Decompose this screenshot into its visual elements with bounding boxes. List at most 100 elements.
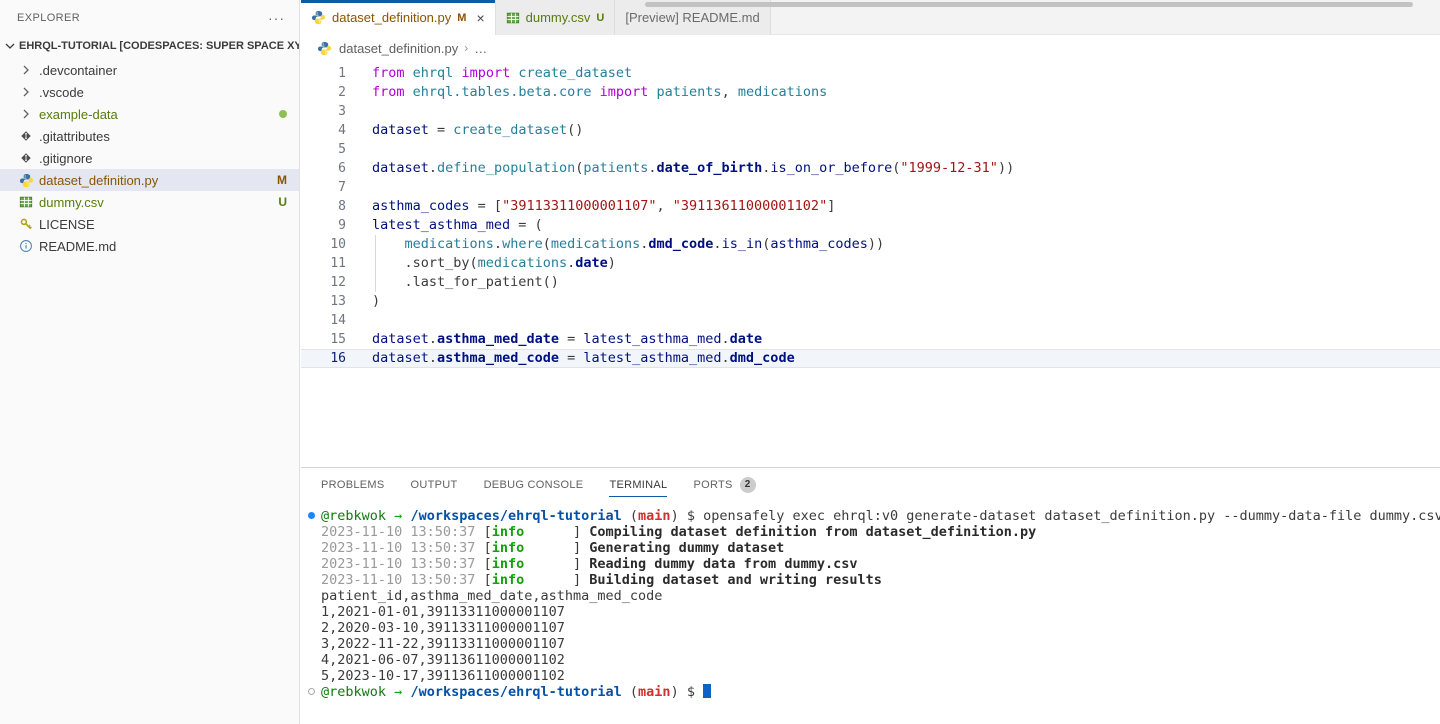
terminal-line: 2023-11-10 13:50:37 [info ] Generating d…	[321, 540, 1440, 556]
code-line-16[interactable]: 16dataset.asthma_med_code = latest_asthm…	[301, 349, 1440, 368]
indent-guide	[375, 235, 376, 254]
code-token: .	[640, 235, 648, 254]
prompt-decoration-icon[interactable]	[308, 688, 315, 695]
indent-guide	[375, 273, 376, 292]
code-line-4[interactable]: 4dataset = create_dataset()	[301, 121, 1440, 140]
code-line-6[interactable]: 6dataset.define_population(patients.date…	[301, 159, 1440, 178]
tab-label: dataset_definition.py	[332, 10, 451, 25]
terminal-line: 2023-11-10 13:50:37 [info ] Building dat…	[321, 572, 1440, 588]
terminal-text: Building dataset and writing results	[589, 572, 882, 588]
explorer-more-actions-icon[interactable]: ···	[268, 10, 285, 26]
modified-dot-badge	[279, 110, 287, 118]
python-icon	[18, 172, 34, 188]
sidebar-item-dummy-csv[interactable]: dummy.csv U	[0, 191, 299, 213]
terminal-text: @rebkwok	[321, 508, 386, 524]
sidebar-item-example-data[interactable]: example-data	[0, 103, 299, 125]
code-token: ,	[722, 83, 738, 102]
code-token: date_of_birth	[657, 159, 763, 178]
workspace-root-row[interactable]: EHRQL-TUTORIAL [CODESPACES: SUPER SPACE …	[0, 35, 299, 57]
breadcrumb-file[interactable]: dataset_definition.py	[339, 41, 458, 56]
sidebar-item-devcontainer[interactable]: .devcontainer	[0, 59, 299, 81]
file-name: LICENSE	[39, 217, 287, 232]
sidebar-item-vscode[interactable]: .vscode	[0, 81, 299, 103]
terminal-line: 2023-11-10 13:50:37 [info ] Reading dumm…	[321, 556, 1440, 572]
code-line-7[interactable]: 7	[301, 178, 1440, 197]
sidebar-item-license[interactable]: LICENSE	[0, 213, 299, 235]
breadcrumb-more[interactable]: …	[474, 41, 487, 56]
csv-icon	[18, 194, 34, 210]
sidebar-item-dataset-definition-py[interactable]: dataset_definition.py M	[0, 169, 299, 191]
code-token: ))	[998, 159, 1014, 178]
terminal-text: Compiling dataset definition from datase…	[589, 524, 1036, 540]
line-number: 11	[301, 254, 346, 273]
code-line-9[interactable]: 9latest_asthma_med = (	[301, 216, 1440, 235]
code-line-2[interactable]: 2from ehrql.tables.beta.core import pati…	[301, 83, 1440, 102]
bottom-panel: PROBLEMS OUTPUT DEBUG CONSOLE TERMINAL PORTS…	[301, 467, 1440, 724]
code-editor[interactable]: 1from ehrql import create_dataset2from e…	[301, 61, 1440, 368]
sidebar-item-gitattributes[interactable]: .gitattributes	[0, 125, 299, 147]
gutter-space	[346, 83, 372, 102]
code-line-14[interactable]: 14	[301, 311, 1440, 330]
tab-dummy-csv[interactable]: dummy.csvU	[496, 0, 616, 35]
code-token: ))	[868, 235, 884, 254]
file-name: dummy.csv	[39, 195, 272, 210]
terminal-text: 2023-11-10 13:50:37	[321, 572, 484, 588]
command-decoration-icon[interactable]	[308, 512, 315, 519]
terminal-text: 2,2020-03-10,39113311000001107	[321, 620, 565, 636]
line-number: 13	[301, 292, 346, 311]
explorer-header: EXPLORER ···	[0, 0, 299, 35]
terminal-text: info	[492, 524, 525, 540]
sidebar-item-readme-md[interactable]: README.md	[0, 235, 299, 257]
panel-tab-label: PORTS	[693, 479, 732, 491]
terminal-text: info	[492, 556, 525, 572]
file-name: dataset_definition.py	[39, 173, 271, 188]
panel-tab-output[interactable]: OUTPUT	[411, 468, 458, 501]
code-token: .	[648, 159, 656, 178]
key-icon	[18, 216, 34, 232]
code-line-3[interactable]: 3	[301, 102, 1440, 121]
panel-tab-terminal[interactable]: TERMINAL	[609, 468, 667, 501]
terminal-text: 2023-11-10 13:50:37	[321, 540, 484, 556]
terminal-output[interactable]: @rebkwok → /workspaces/ehrql-tutorial (m…	[301, 501, 1440, 700]
code-token: latest_asthma_med	[583, 330, 721, 349]
terminal-text: 2023-11-10 13:50:37	[321, 524, 484, 540]
code-token: patients	[657, 83, 722, 102]
code-line-8[interactable]: 8asthma_codes = ["39113311000001107", "3…	[301, 197, 1440, 216]
line-number: 8	[301, 197, 346, 216]
chevron-right-icon[interactable]	[18, 62, 34, 78]
code-line-5[interactable]: 5	[301, 140, 1440, 159]
code-token	[453, 64, 461, 83]
gutter-space	[346, 349, 372, 368]
code-line-13[interactable]: 13)	[301, 292, 1440, 311]
code-token: .	[713, 235, 721, 254]
file-name: README.md	[39, 239, 287, 254]
code-token: is_in	[722, 235, 763, 254]
sidebar-item-gitignore[interactable]: .gitignore	[0, 147, 299, 169]
close-icon[interactable]: ×	[476, 11, 484, 25]
code-token: =	[559, 349, 583, 368]
code-line-11[interactable]: 11 .sort_by(medications.date)	[301, 254, 1440, 273]
code-token: medications	[551, 235, 640, 254]
tab-dataset-definition-py[interactable]: dataset_definition.pyM×	[301, 0, 496, 35]
code-token: "39113611000001102"	[673, 197, 827, 216]
vscode-window: EXPLORER ··· EHRQL-TUTORIAL [CODESPACES:…	[0, 0, 1440, 724]
code-line-10[interactable]: 10 medications.where(medications.dmd_cod…	[301, 235, 1440, 254]
line-number: 3	[301, 102, 346, 121]
terminal-text: patient_id,asthma_med_date,asthma_med_co…	[321, 588, 662, 604]
code-line-15[interactable]: 15dataset.asthma_med_date = latest_asthm…	[301, 330, 1440, 349]
code-token: ehrql	[413, 64, 454, 83]
tab-scrollbar[interactable]	[645, 2, 1413, 7]
code-line-12[interactable]: 12 .last_for_patient()	[301, 273, 1440, 292]
code-line-1[interactable]: 1from ehrql import create_dataset	[301, 64, 1440, 83]
terminal-text: ]	[524, 556, 589, 572]
chevron-right-icon[interactable]	[18, 106, 34, 122]
panel-tab-debug-console[interactable]: DEBUG CONSOLE	[484, 468, 584, 501]
git-status-badge: U	[278, 195, 287, 209]
git-status-badge: M	[277, 173, 287, 187]
panel-tab-ports[interactable]: PORTS2	[693, 468, 755, 501]
code-token: .	[722, 349, 730, 368]
panel-tab-problems[interactable]: PROBLEMS	[321, 468, 385, 501]
code-token: .	[722, 330, 730, 349]
chevron-right-icon[interactable]	[18, 84, 34, 100]
gutter-space	[346, 216, 372, 235]
